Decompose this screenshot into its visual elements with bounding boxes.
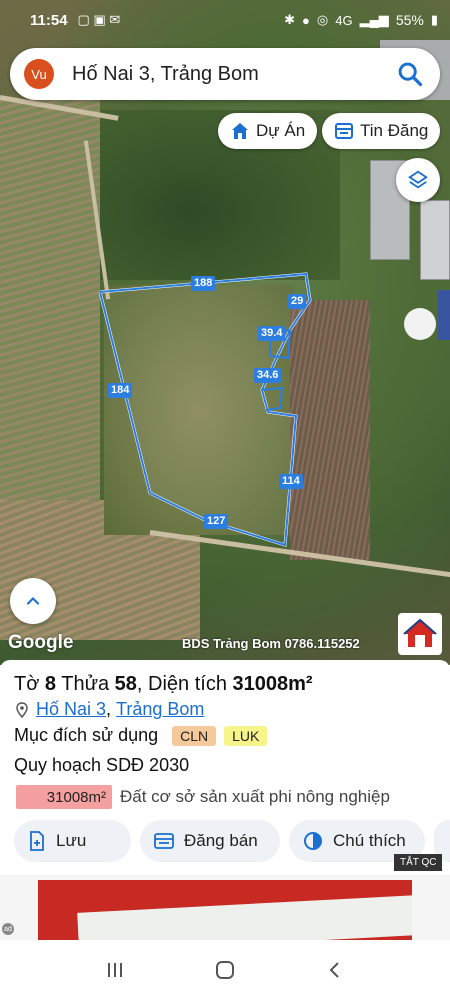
search-input[interactable]: Hố Nai 3, Trảng Bom xyxy=(72,63,396,86)
clock: 11:54 xyxy=(30,11,68,29)
search-icon[interactable] xyxy=(396,60,424,88)
status-icons: ✱ ● ◎ 4G ▂▄▆ 55% ▮ xyxy=(284,12,438,28)
sheet-number: 8 xyxy=(44,673,57,695)
tin-dang-label: Tin Đăng xyxy=(360,121,429,140)
parcel-label: Thửa xyxy=(61,673,110,695)
parcel-number: 58 xyxy=(114,673,137,695)
expand-sheet-button[interactable] xyxy=(10,578,56,624)
listing-icon xyxy=(154,833,174,849)
signal-icon: ▂▄▆ xyxy=(359,12,389,27)
app-root: 188 29 39.4 34.6 184 114 127 Google BDS … xyxy=(0,0,450,1000)
area-value: 31008m² xyxy=(232,673,313,695)
district-link[interactable]: Trảng Bom xyxy=(116,699,204,720)
edge-length-label: 114 xyxy=(279,474,303,489)
du-an-chip[interactable]: Dự Án xyxy=(218,113,318,149)
save-label: Lưu xyxy=(56,831,87,850)
comma-separator: , xyxy=(106,699,117,719)
parcel-title: Tờ 8 Thửa 58, Diện tích 31008m² xyxy=(14,673,313,696)
edge-length-label: 39.4 xyxy=(258,326,286,341)
location-icon: ● xyxy=(302,12,310,28)
ad-choices-icon[interactable]: ad xyxy=(2,923,14,935)
layers-icon xyxy=(408,170,428,189)
battery-level: 55% xyxy=(395,12,424,28)
listing-icon xyxy=(335,123,353,139)
google-logo: Google xyxy=(8,632,74,653)
home-button[interactable] xyxy=(205,950,245,990)
land-use-purpose: Mục đích sử dụng CLN LUK xyxy=(14,725,268,746)
layers-button[interactable] xyxy=(396,158,440,202)
ward-link[interactable]: Hố Nai 3 xyxy=(36,699,106,720)
back-button[interactable] xyxy=(315,950,355,990)
planning-title: Quy hoạch SDĐ 2030 xyxy=(14,755,190,775)
bluetooth-icon: ✱ xyxy=(284,12,296,27)
ad-image xyxy=(77,895,412,940)
du-an-label: Dự Án xyxy=(256,121,306,140)
post-sale-label: Đăng bán xyxy=(184,831,258,850)
avatar[interactable]: Vu xyxy=(24,59,54,89)
planning-area-row: 31008m² Đất cơ sở sản xuất phi nông nghi… xyxy=(16,785,390,809)
post-sale-button[interactable]: Đăng bán xyxy=(140,820,280,862)
sheet-label: Tờ xyxy=(14,673,40,695)
planning-description: Đất cơ sở sản xuất phi nông nghiệp xyxy=(120,787,390,806)
area-label: , Diện tích xyxy=(136,673,227,695)
location-pin-icon xyxy=(16,701,28,718)
land-use-tag-cln[interactable]: CLN xyxy=(172,725,217,746)
hide-ads-button[interactable]: TẮT QC xyxy=(394,854,443,871)
home-icon xyxy=(216,961,234,979)
house-icon xyxy=(232,123,248,139)
recent-apps-button[interactable] xyxy=(95,950,135,990)
map-handle[interactable] xyxy=(404,308,436,340)
edge-length-label: 29 xyxy=(288,294,307,309)
notification-icons: ▢ ▣ ✉ xyxy=(77,12,121,27)
watermark-text: BDS Trảng Bom 0786.115252 xyxy=(182,636,360,651)
add-file-icon xyxy=(30,831,44,851)
planning-area-badge: 31008m² xyxy=(16,785,112,809)
system-nav-bar xyxy=(0,940,450,1000)
edge-length-label: 188 xyxy=(191,276,216,291)
ad-banner[interactable] xyxy=(38,880,412,940)
tin-dang-chip[interactable]: Tin Đăng xyxy=(322,113,441,149)
edge-length-label: 127 xyxy=(204,514,229,529)
contrast-icon xyxy=(304,832,322,850)
hotspot-icon: ◎ xyxy=(316,12,329,27)
search-bar[interactable]: Vu Hố Nai 3, Trảng Bom xyxy=(10,48,440,100)
brand-logo[interactable] xyxy=(398,613,442,655)
purpose-label: Mục đích sử dụng xyxy=(14,725,159,745)
land-use-tag-luk[interactable]: LUK xyxy=(224,725,268,746)
ad-area: ad xyxy=(0,875,450,940)
save-button[interactable]: Lưu xyxy=(14,820,131,862)
edge-length-label: 184 xyxy=(108,383,133,398)
network-type: 4G xyxy=(335,12,353,28)
edge-length-label: 34.6 xyxy=(254,368,282,383)
back-icon xyxy=(329,962,339,978)
location-line: Hố Nai 3, Trảng Bom xyxy=(16,699,204,720)
battery-icon: ▮ xyxy=(430,12,438,27)
recent-apps-icon xyxy=(108,963,122,977)
status-bar: 11:54 ▢ ▣ ✉ ✱ ● ◎ 4G ▂▄▆ 55% ▮ xyxy=(0,0,450,40)
legend-label: Chú thích xyxy=(333,831,406,850)
chevron-up-icon xyxy=(26,597,40,605)
